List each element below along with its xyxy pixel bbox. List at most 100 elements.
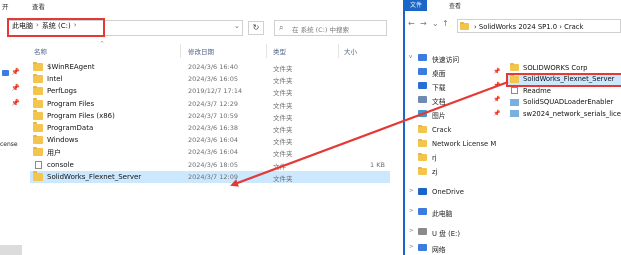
nav-item-label: 图片 — [432, 112, 446, 120]
back-icon[interactable]: ← — [408, 19, 415, 28]
file-name: SolidSQUADLoaderEnabler — [523, 98, 614, 106]
nav-item-label: 网络 — [432, 246, 446, 254]
nav-item-label: 桌面 — [432, 70, 446, 78]
file-date: 2024/3/6 16:04 — [188, 148, 238, 157]
file-type: 文件夹 — [273, 150, 293, 159]
nav-item-label[interactable]: cense — [0, 141, 18, 148]
file-name: Windows — [47, 136, 79, 145]
table-row[interactable]: $WinREAgent 2024/3/6 16:40 文件夹 — [30, 61, 390, 73]
list-item[interactable]: SolidSQUADLoaderEnabler — [506, 97, 621, 109]
folder-icon — [33, 122, 43, 132]
file-date: 2024/3/6 16:38 — [188, 123, 238, 132]
file-name: $WinREAgent — [47, 63, 95, 71]
file-type: 文件夹 — [273, 138, 293, 147]
chevron-right-icon[interactable]: > — [409, 244, 414, 250]
folder-icon — [33, 73, 43, 84]
file-date: 2019/12/7 17:14 — [188, 87, 243, 96]
pin-icon: 📌 — [493, 68, 501, 75]
file-date: 2024/3/7 12:09 — [188, 172, 238, 181]
file-type: 文件夹 — [273, 89, 293, 98]
nav-item-label: zj — [432, 168, 438, 176]
table-row[interactable]: 用户 2024/3/6 16:04 文件夹 — [30, 146, 390, 158]
list-item[interactable]: SOLIDWORKS Corp — [506, 62, 621, 74]
nav-item-selected[interactable] — [0, 245, 22, 255]
file-date: 2024/3/6 16:05 — [188, 75, 238, 84]
column-divider[interactable] — [338, 44, 339, 58]
table-row[interactable]: SolidWorks_Flexnet_Server 2024/3/7 12:09 文… — [30, 170, 390, 183]
file-type: 文件夹 — [273, 65, 293, 73]
file-name: Program Files (x86) — [47, 111, 115, 120]
pictures-icon — [418, 110, 427, 117]
forward-icon[interactable]: → — [420, 19, 427, 28]
file-name: Readme — [523, 86, 551, 95]
navigation-pane: v 快速访问 桌面 📌 下载 📌 文档 📌 图片 📌 Crack Network License M r… — [405, 50, 502, 255]
folder-icon — [33, 61, 43, 71]
file-date: 2024/3/7 12:29 — [188, 99, 238, 108]
search-placeholder: 在 系统 (C:) 中搜索 — [292, 26, 349, 34]
column-header: ^ 名称 修改日期 类型 大小 — [30, 41, 403, 58]
table-row[interactable]: console 2024/3/6 18:05 文件 1 KB — [30, 159, 390, 171]
ribbon-tab-file[interactable]: 文件 — [405, 0, 427, 11]
table-row[interactable]: ProgramData 2024/3/6 16:38 文件夹 — [30, 122, 390, 134]
pin-icon: 📌 — [11, 84, 20, 92]
column-date[interactable]: 修改日期 — [188, 46, 214, 56]
list-item[interactable]: sw2024_network_serials_licensing — [506, 108, 621, 120]
chevron-down-icon[interactable]: ⌄ — [432, 19, 439, 28]
file-type: 文件夹 — [273, 125, 293, 134]
table-row[interactable]: Program Files 2024/3/7 12:29 文件夹 — [30, 98, 390, 110]
file-name: sw2024_network_serials_licensing — [523, 109, 621, 118]
pin-icon: 📌 — [493, 110, 501, 117]
document-icon — [511, 87, 518, 94]
column-size[interactable]: 大小 — [344, 46, 357, 56]
table-row[interactable]: Intel 2024/3/6 16:05 文件夹 — [30, 73, 390, 85]
folder-icon — [33, 171, 43, 181]
download-icon — [418, 82, 427, 89]
table-row[interactable]: PerfLogs 2019/12/7 17:14 文件夹 — [30, 85, 390, 97]
ribbon-tab-file[interactable]: 开 — [2, 1, 9, 11]
chevron-right-icon[interactable]: > — [409, 228, 414, 234]
pin-icon: 📌 — [11, 99, 20, 107]
file-type: 文件夹 — [273, 77, 293, 86]
chevron-down-icon[interactable]: v — [409, 54, 412, 60]
left-nav-strip: 📌 📌 📌 cense — [0, 40, 22, 255]
search-input[interactable]: ⌕ 在 系统 (C:) 中搜索 — [274, 20, 387, 36]
file-type: 文件夹 — [273, 174, 293, 183]
table-row[interactable]: Program Files (x86) 2024/3/7 10:59 文件夹 — [30, 110, 390, 122]
file-name: Program Files — [47, 99, 95, 108]
star-icon — [418, 54, 427, 61]
this-pc-icon — [418, 208, 427, 215]
left-address-row: 此电脑 › 系统 (C:) › ⌄ ↻ ⌕ 在 系统 (C:) 中搜索 — [0, 17, 403, 37]
column-name[interactable]: 名称 — [34, 46, 47, 56]
folder-icon — [418, 166, 427, 175]
file-date: 2024/3/7 10:59 — [188, 111, 238, 120]
folder-icon — [33, 85, 43, 96]
file-name: Intel — [47, 75, 63, 84]
left-ribbon: 开 查看 — [0, 0, 403, 12]
pin-icon: 📌 — [493, 96, 501, 103]
table-row[interactable]: Windows 2024/3/6 16:04 文件夹 — [30, 134, 390, 146]
sort-arrow-icon: ^ — [100, 41, 105, 47]
documents-icon — [418, 96, 427, 103]
refresh-button[interactable]: ↻ — [248, 21, 264, 35]
file-name: SolidWorks_Flexnet_Server — [47, 172, 142, 181]
chevron-right-icon[interactable]: > — [409, 208, 414, 214]
chevron-right-icon[interactable]: > — [409, 188, 414, 194]
ribbon-tab-view[interactable]: 查看 — [449, 1, 461, 10]
file-name: SOLIDWORKS Corp — [523, 63, 588, 72]
folder-icon — [33, 110, 43, 120]
column-divider[interactable] — [266, 44, 267, 58]
column-divider[interactable] — [180, 44, 181, 58]
right-address-row: ← → ⌄ ↑ › SolidWorks 2024 SP1.0 › Crack — [405, 14, 621, 34]
column-type[interactable]: 类型 — [273, 46, 286, 56]
up-icon[interactable]: ↑ — [442, 19, 449, 28]
desktop-icon[interactable] — [2, 70, 9, 76]
nav-item-label: Crack — [432, 126, 452, 134]
left-explorer-window: 开 查看 此电脑 › 系统 (C:) › ⌄ ↻ ⌕ 在 系统 (C:) 中搜索… — [0, 0, 403, 255]
folder-icon — [33, 134, 43, 145]
chevron-down-icon[interactable]: ⌄ — [234, 22, 240, 30]
folder-icon — [418, 138, 427, 147]
ribbon-tab-view[interactable]: 查看 — [32, 1, 45, 11]
right-explorer-window: 文件 查看 ← → ⌄ ↑ › SolidWorks 2024 SP1.0 › … — [403, 0, 621, 255]
breadcrumb[interactable]: › SolidWorks 2024 SP1.0 › Crack — [474, 23, 583, 31]
file-date: 2024/3/6 18:05 — [188, 160, 238, 169]
